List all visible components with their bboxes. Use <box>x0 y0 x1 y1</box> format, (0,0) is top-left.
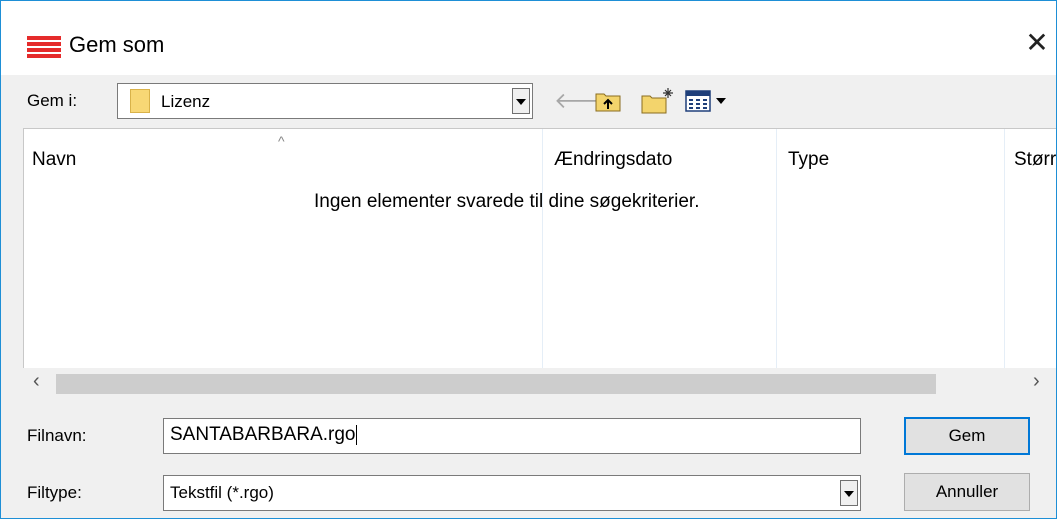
window-title: Gem som <box>69 32 165 57</box>
filetype-label: Filtype: <box>27 483 82 502</box>
column-header-type[interactable]: Type <box>788 149 829 171</box>
column-divider[interactable] <box>776 129 777 368</box>
close-button[interactable]: ✕ <box>1021 27 1053 59</box>
column-header-name[interactable]: Navn <box>32 149 76 171</box>
app-icon <box>27 36 61 60</box>
file-list[interactable]: ^ Navn Ændringsdato Type Størrelse Ingen… <box>23 128 1056 368</box>
save-as-dialog: Gem som ✕ Gem i: Lizenz 🡐 ^ Navn Ændring… <box>0 0 1057 519</box>
chevron-down-icon <box>516 99 526 105</box>
filename-label: Filnavn: <box>27 426 87 445</box>
save-in-combobox[interactable]: Lizenz <box>117 83 533 119</box>
chevron-down-icon <box>844 491 854 497</box>
sort-ascending-icon: ^ <box>278 133 285 149</box>
column-divider[interactable] <box>1004 129 1005 368</box>
scroll-left-icon[interactable]: ‹ <box>33 370 40 393</box>
cancel-button[interactable]: Annuller <box>904 473 1030 511</box>
close-icon: ✕ <box>1025 27 1049 58</box>
scrollbar-thumb[interactable] <box>56 374 936 394</box>
column-header-date[interactable]: Ændringsdato <box>554 149 672 171</box>
empty-list-message: Ingen elementer svarede til dine søgekri… <box>314 191 700 212</box>
save-in-value: Lizenz <box>161 92 211 111</box>
column-divider[interactable] <box>542 129 543 368</box>
save-in-dropdown-button[interactable] <box>512 88 530 114</box>
filetype-select[interactable]: Tekstfil (*.rgo) <box>163 475 861 511</box>
new-folder-icon[interactable] <box>641 86 675 114</box>
horizontal-scrollbar[interactable]: ‹ › <box>23 368 1056 398</box>
column-header-size[interactable]: Størrelse <box>1014 149 1056 171</box>
folder-icon <box>130 89 150 113</box>
filetype-dropdown-button[interactable] <box>840 480 858 506</box>
save-button[interactable]: Gem <box>904 417 1030 455</box>
text-caret <box>356 424 358 445</box>
scroll-right-icon[interactable]: › <box>1033 370 1040 393</box>
save-in-label: Gem i: <box>27 91 78 110</box>
up-folder-icon[interactable] <box>595 89 621 113</box>
filename-value: SANTABARBARA.rgo <box>170 424 356 445</box>
title-bar: Gem som ✕ <box>1 1 1056 75</box>
view-menu-icon[interactable] <box>685 89 735 113</box>
filename-input[interactable]: SANTABARBARA.rgo <box>163 418 861 454</box>
filetype-value: Tekstfil (*.rgo) <box>170 483 274 502</box>
